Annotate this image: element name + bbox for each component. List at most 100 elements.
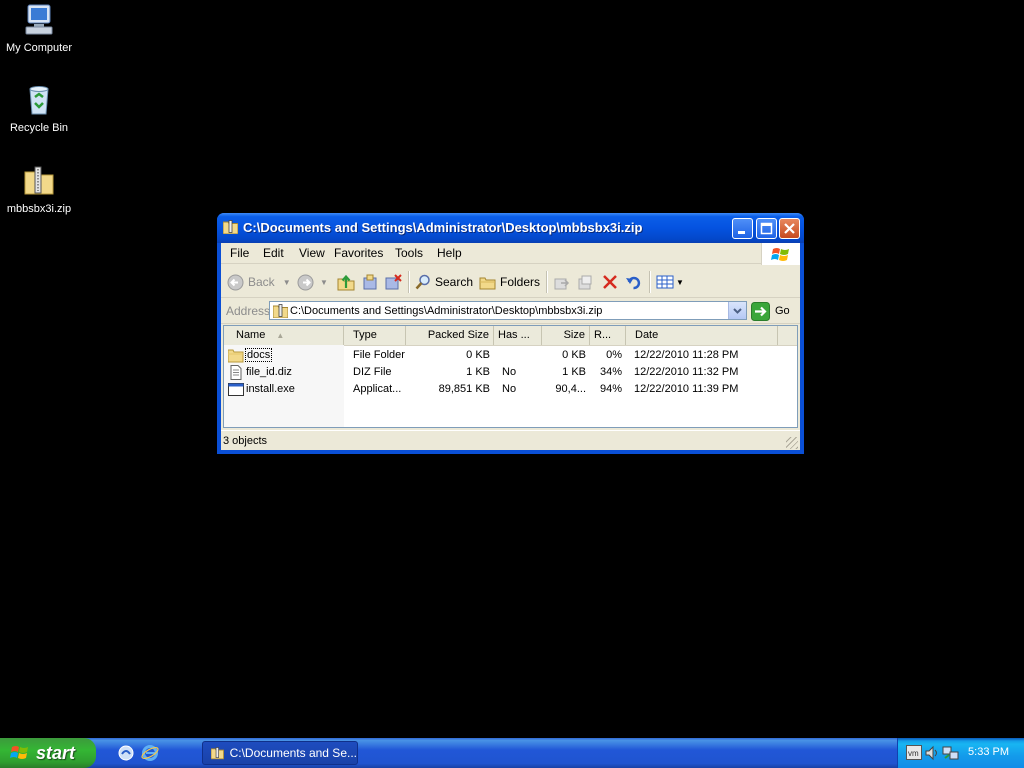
address-value: C:\Documents and Settings\Administrator\… <box>290 305 603 317</box>
back-label: Back <box>248 275 275 289</box>
vmware-tools-icon[interactable]: vm <box>906 745 922 760</box>
volume-icon[interactable] <box>924 745 940 761</box>
cell-type: DIZ File <box>353 366 392 378</box>
table-row[interactable]: file_id.diz DIZ File 1 KB No 1 KB 34% 12… <box>224 364 797 381</box>
column-header-packed-size[interactable]: Packed Size <box>406 326 494 345</box>
cell-size: 1 KB <box>562 366 586 378</box>
quicklaunch-show-desktop-button[interactable] <box>117 744 135 762</box>
minimize-button[interactable] <box>732 218 753 239</box>
delete-x-icon <box>603 275 617 289</box>
folders-icon <box>479 277 496 290</box>
menu-bar: File Edit View Favorites Tools Help <box>221 243 800 265</box>
column-header-row: Name ▲ Type Packed Size Has ... Size R..… <box>224 326 797 346</box>
cell-date: 12/22/2010 11:39 PM <box>634 383 739 395</box>
archive-delete-icon <box>385 274 402 290</box>
desktop-icon-label: mbbsbx3i.zip <box>6 203 72 215</box>
address-input[interactable]: C:\Documents and Settings\Administrator\… <box>269 301 747 320</box>
delete-from-archive-button[interactable] <box>384 271 402 293</box>
forward-arrow-icon <box>297 274 314 290</box>
address-label: Address <box>226 304 271 318</box>
move-to-button[interactable] <box>553 271 570 293</box>
status-bar: 3 objects <box>221 430 800 451</box>
explorer-window: C:\Documents and Settings\Administrator\… <box>217 213 804 454</box>
taskbar-window-button[interactable]: C:\Documents and Se... <box>202 741 358 765</box>
column-header-label: Packed Size <box>427 329 489 341</box>
file-list[interactable]: Name ▲ Type Packed Size Has ... Size R..… <box>223 325 798 428</box>
internet-explorer-icon <box>141 745 159 761</box>
chevron-down-icon: ▼ <box>320 277 328 287</box>
address-dropdown-button[interactable] <box>728 302 746 319</box>
column-header-type[interactable]: Type <box>344 326 406 345</box>
menu-edit[interactable]: Edit <box>263 246 284 260</box>
close-button[interactable] <box>779 218 800 239</box>
cell-name: install.exe <box>246 383 295 395</box>
column-header-ratio[interactable]: R... <box>590 326 626 345</box>
column-header-label: Date <box>635 329 659 341</box>
menu-view[interactable]: View <box>299 246 325 260</box>
toolbar-separator <box>408 271 410 293</box>
system-tray: vm 5:33 PM <box>897 738 1024 768</box>
go-label: Go <box>775 305 790 317</box>
column-header-date[interactable]: Date <box>626 326 778 345</box>
taskbar: start C:\Documents and Se... vm 5:33 PM <box>0 738 1024 768</box>
clock[interactable]: 5:33 PM <box>968 746 1009 758</box>
copy-to-button[interactable] <box>577 271 594 293</box>
column-header-label: Has ... <box>498 329 530 341</box>
undo-button[interactable] <box>625 271 642 293</box>
up-folder-button[interactable] <box>337 271 355 293</box>
extract-icon <box>363 274 377 290</box>
cell-has-crc: No <box>502 383 517 395</box>
menu-help[interactable]: Help <box>437 246 462 260</box>
menu-favorites[interactable]: Favorites <box>334 246 383 260</box>
desktop-icon-recycle-bin[interactable]: Recycle Bin <box>1 83 77 135</box>
zip-folder-icon <box>222 220 239 235</box>
go-arrow-icon <box>751 301 770 321</box>
column-header-size[interactable]: Size <box>542 326 590 345</box>
sort-ascending-icon: ▲ <box>276 331 285 340</box>
forward-button[interactable]: ▼ <box>297 271 328 293</box>
cell-has-crc <box>498 347 542 364</box>
cell-ratio: 94% <box>599 383 622 395</box>
desktop-icon-zip-file[interactable]: mbbsbx3i.zip <box>1 164 77 216</box>
cell-packed-size: 0 KB <box>466 349 490 361</box>
table-row[interactable]: docs File Folder 0 KB 0 KB 0% 12/22/2010… <box>224 347 797 364</box>
go-button[interactable]: Go <box>751 301 797 321</box>
table-row[interactable]: install.exe Applicat... 89,851 KB No 90,… <box>224 381 797 398</box>
column-header-name[interactable]: Name ▲ <box>224 326 344 345</box>
chevron-down-icon: ▼ <box>676 277 684 287</box>
cell-ratio: 34% <box>599 366 622 378</box>
extract-button[interactable] <box>361 271 379 293</box>
window-title: C:\Documents and Settings\Administrator\… <box>243 220 643 235</box>
zip-folder-icon <box>211 747 224 760</box>
views-icon <box>656 275 674 289</box>
menu-tools[interactable]: Tools <box>395 246 423 260</box>
status-text: 3 objects <box>223 435 268 447</box>
search-icon <box>415 274 430 290</box>
search-button[interactable]: Search <box>415 271 473 293</box>
column-header-has-crc[interactable]: Has ... <box>494 326 542 345</box>
column-header-label: Name <box>236 329 266 341</box>
back-button[interactable]: Back ▼ <box>227 271 291 293</box>
cell-has-crc: No <box>502 366 517 378</box>
recycle-bin-icon <box>22 83 56 117</box>
folders-button[interactable]: Folders <box>479 271 540 293</box>
start-button[interactable]: start <box>0 738 96 768</box>
network-icon[interactable] <box>942 745 959 761</box>
title-bar[interactable]: C:\Documents and Settings\Administrator\… <box>217 213 804 243</box>
menu-file[interactable]: File <box>230 246 249 260</box>
maximize-button[interactable] <box>756 218 777 239</box>
column-header-label: Type <box>353 329 377 341</box>
toolbar-separator <box>546 271 548 293</box>
desktop-icon-label: Recycle Bin <box>9 122 69 134</box>
quicklaunch-internet-explorer-button[interactable] <box>141 744 159 762</box>
delete-button[interactable] <box>602 271 618 293</box>
desktop-icon-my-computer[interactable]: My Computer <box>1 3 77 55</box>
column-header-label: R... <box>594 329 612 341</box>
svg-text:vm: vm <box>908 749 919 758</box>
resize-grip[interactable] <box>786 437 798 449</box>
views-button[interactable]: ▼ <box>656 271 684 293</box>
cell-name: docs <box>244 348 273 362</box>
chevron-down-icon: ▼ <box>282 277 291 287</box>
undo-icon <box>626 276 641 289</box>
cell-date: 12/22/2010 11:32 PM <box>634 366 739 378</box>
